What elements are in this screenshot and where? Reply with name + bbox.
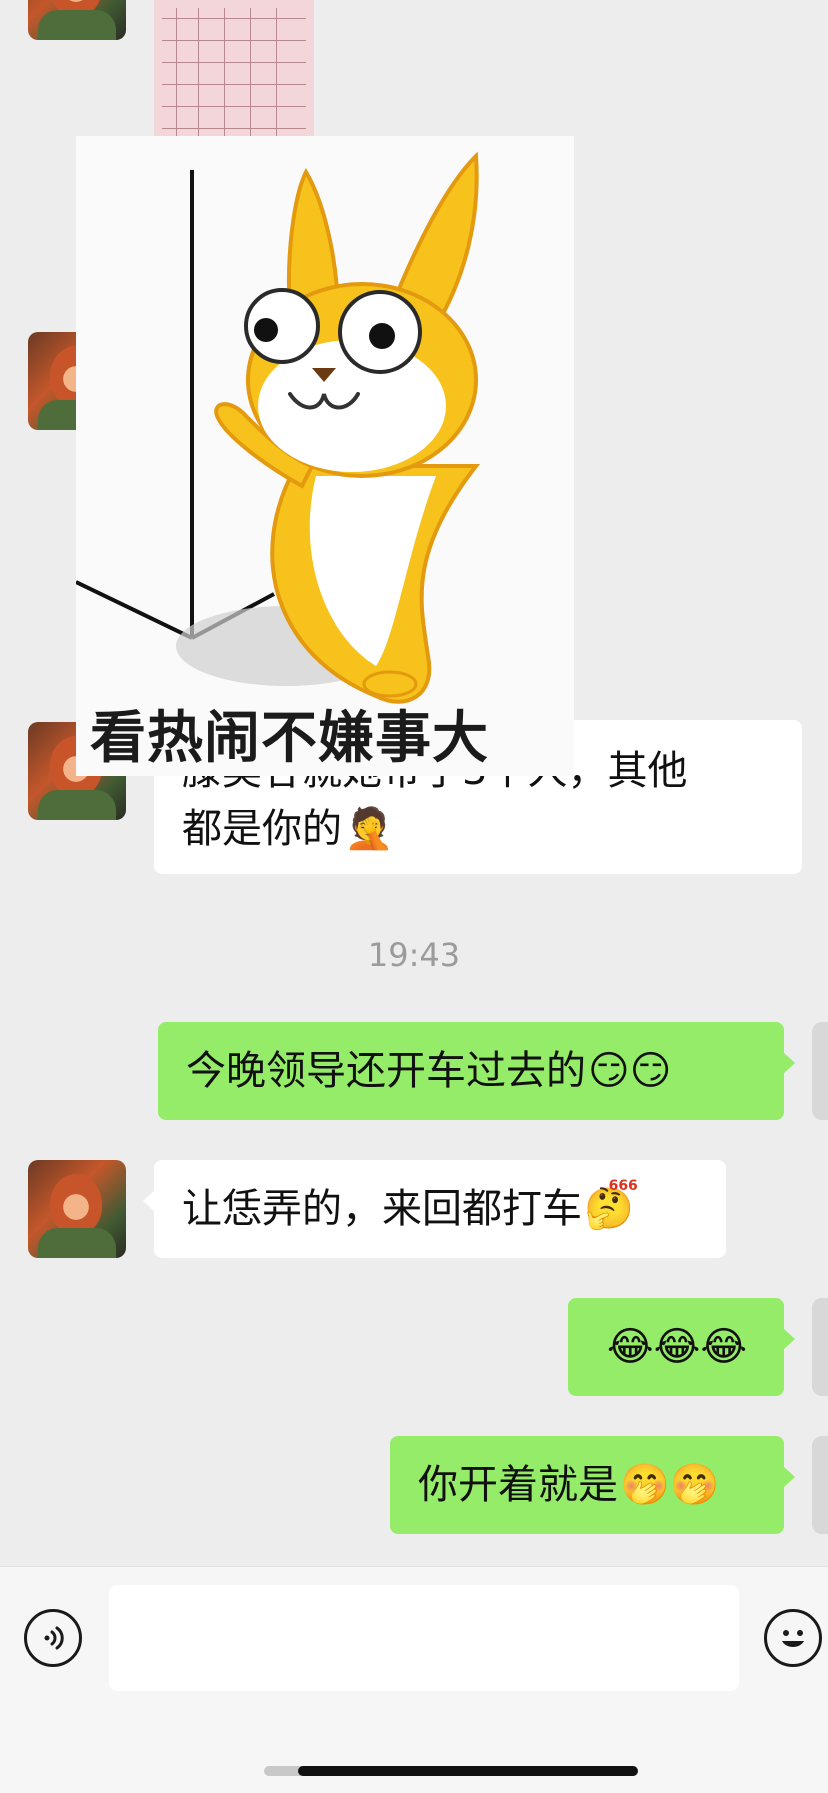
emoji-button[interactable] [764, 1609, 822, 1667]
my-avatar[interactable] [812, 1436, 828, 1534]
tears-of-joy-emoji: 😂😂😂 [606, 1324, 748, 1370]
sticker-image [75, 151, 481, 704]
hand-over-mouth-emoji: 🤭🤭 [620, 1462, 720, 1508]
doc-line [162, 62, 306, 63]
message-text: 让恁弄的，来回都打车 [182, 1186, 582, 1232]
message-text: 都是你的 [182, 806, 342, 852]
sticker-message[interactable]: 看热闹不嫌事大 [75, 136, 574, 776]
doc-col [198, 8, 199, 138]
input-bar [0, 1566, 828, 1793]
message-text: 你开着就是 [418, 1462, 618, 1508]
message-input[interactable] [109, 1585, 739, 1691]
avatar-shirt [38, 1228, 116, 1258]
contact-avatar[interactable] [28, 0, 126, 40]
avatar-face [50, 1174, 102, 1234]
avatar-shirt [38, 790, 116, 820]
doc-col [224, 8, 225, 138]
contact-avatar[interactable] [28, 1160, 126, 1258]
my-avatar[interactable] [812, 1022, 828, 1120]
avatar-shirt [38, 10, 116, 40]
message-bubble-outgoing[interactable]: 😂😂😂 [568, 1298, 795, 1396]
doc-col [250, 8, 251, 138]
doc-col [276, 8, 277, 138]
message-bubble-outgoing[interactable]: 你开着就是 🤭🤭 [390, 1436, 795, 1534]
doc-col [176, 8, 177, 138]
message-timestamp: 19:43 [367, 936, 461, 974]
emoji-badge: 666 [608, 1178, 638, 1194]
doc-line [162, 40, 306, 41]
sticker-caption: 看热闹不嫌事大 [90, 706, 489, 771]
home-indicator[interactable] [298, 1766, 638, 1776]
doc-line [162, 84, 306, 85]
my-avatar[interactable] [812, 1298, 828, 1396]
message-text: 今晚领导还开车过去的 [186, 1048, 586, 1094]
doc-line [162, 106, 306, 107]
message-line: 都是你的🤦 [182, 800, 394, 858]
message-bubble-outgoing[interactable]: 今晚领导还开车过去的 😏😏 [158, 1022, 795, 1120]
facepalm-emoji: 🤦 [344, 806, 394, 852]
voice-icon [44, 1626, 64, 1650]
emoji-icon [782, 1630, 804, 1647]
doc-line [162, 18, 306, 19]
thinking-666-emoji: 🤔 666 [584, 1179, 638, 1229]
voice-button[interactable] [24, 1609, 82, 1667]
message-bubble-incoming[interactable]: 让恁弄的，来回都打车 🤔 666 [143, 1160, 726, 1258]
doc-line [162, 128, 306, 129]
document-image-message[interactable] [154, 0, 314, 138]
smirk-emoji: 😏😏 [588, 1048, 672, 1094]
